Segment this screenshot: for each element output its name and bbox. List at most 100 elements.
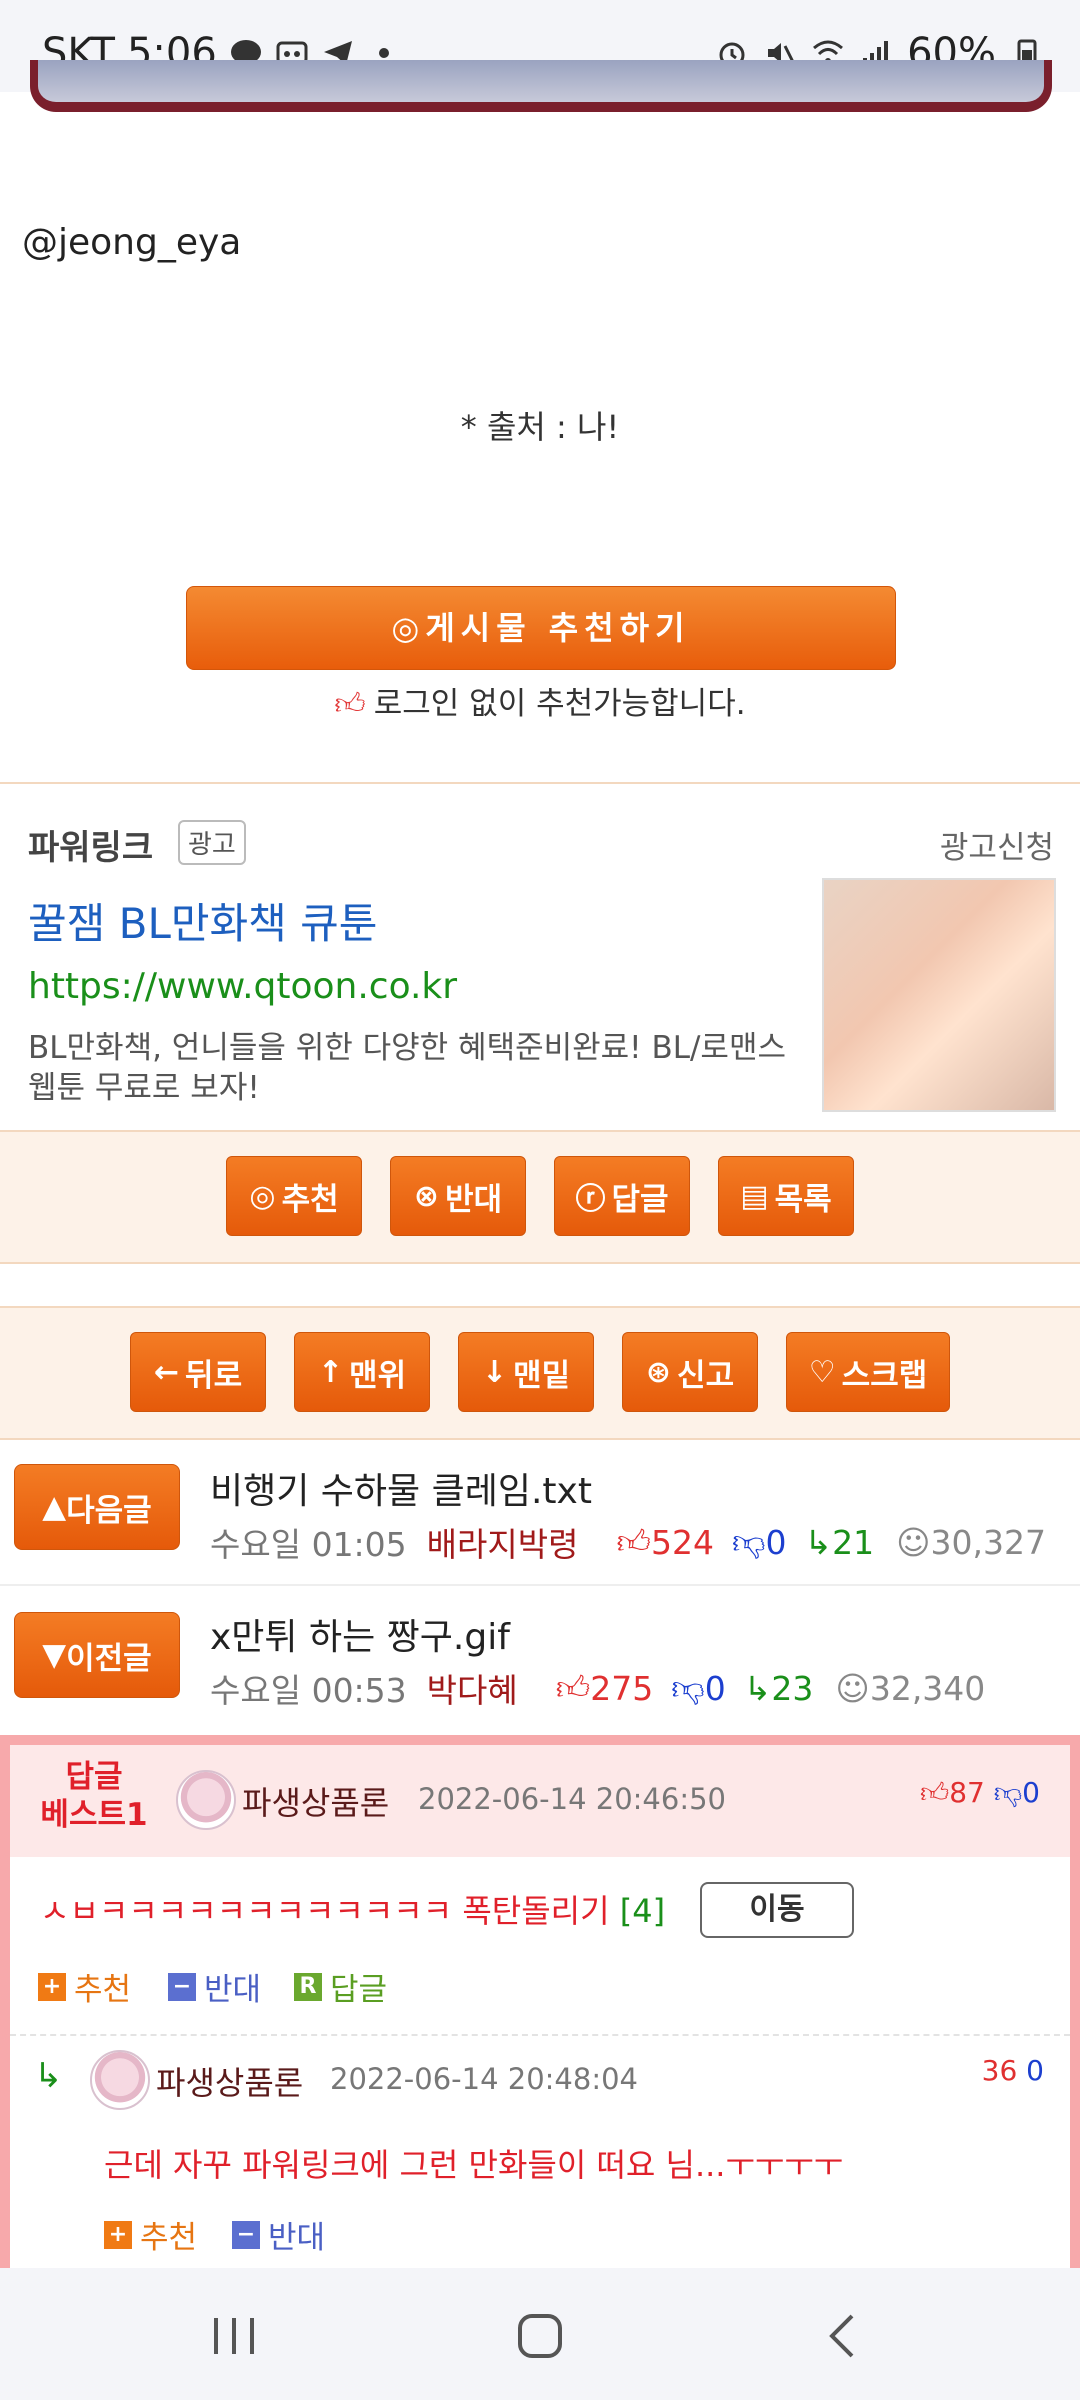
scrap-button-label: 스크랩 (841, 1357, 928, 1394)
recommend-note-text: 로그인 없이 추천가능합니다. (373, 686, 746, 722)
recent-apps-icon[interactable] (206, 2308, 262, 2364)
thumbs-up-icon: 👍︎ (616, 1522, 651, 1561)
report-icon: ⊛ (645, 1354, 672, 1390)
previous-post-time: 수요일 00:53 (210, 1671, 407, 1710)
best-reply-text: ㅅㅂㅋㅋㅋㅋㅋㅋㅋㅋㅋㅋㅋㅋ 폭탄돌리기 [4] (40, 1886, 665, 1932)
up-arrow-icon: ↑ (317, 1354, 344, 1390)
to-top-button-label: 맨위 (349, 1357, 407, 1394)
powerlink-title: 파워링크 (28, 828, 154, 868)
best-reply-reply-action[interactable]: R 답글 (294, 1964, 387, 2009)
best-reply-label: 답글 베스트1 (24, 1758, 164, 1834)
report-button[interactable]: ⊛ 신고 (622, 1332, 758, 1412)
recommend-note: 👍︎ 로그인 없이 추천가능합니다. (0, 678, 1080, 723)
best-reply-comment-count: [4] (619, 1892, 666, 1930)
best-reply-date: 2022-06-14 20:46:50 (418, 1782, 726, 1816)
back-button-label: 뒤로 (185, 1357, 243, 1394)
thumbs-up-icon: 👍︎ (334, 687, 366, 722)
plus-icon: + (104, 2220, 132, 2249)
previous-post-up-count: 275 (590, 1668, 654, 1708)
recommend-circle-icon: ◎ (391, 609, 426, 647)
next-post-time: 수요일 01:05 (210, 1525, 407, 1564)
ad-badge: 광고 (178, 820, 246, 865)
author-handle: @jeong_eya (22, 222, 242, 263)
previous-post-title-link[interactable]: x만튀 하는 짱구.gif (210, 1608, 510, 1660)
previous-post-reply-count: 23 (771, 1668, 814, 1708)
recommend-post-label: 게시물 추천하기 (425, 609, 691, 647)
ad-headline-link[interactable]: 꿀잼 BL만화책 큐툰 (28, 890, 377, 951)
oppose-button-label: 반대 (445, 1181, 503, 1218)
back-button[interactable]: ← 뒤로 (130, 1332, 266, 1412)
sub-reply-down-count: 0 (1026, 2054, 1044, 2087)
reply-button[interactable]: ⓡ 답글 (554, 1156, 690, 1236)
thumbs-up-icon: 👍︎ (919, 1776, 950, 1809)
best-reply-recommend-action[interactable]: + 추천 (38, 1964, 131, 2009)
next-post-title-link[interactable]: 비행기 수하물 클레임.txt (210, 1462, 592, 1514)
next-post-button-label: 다음글 (66, 1492, 152, 1529)
ad-description: BL만화책, 언니들을 위한 다양한 혜택준비완료! BL/로맨스 웹툰 무료로… (28, 1030, 786, 1106)
best-reply-oppose-action[interactable]: − 반대 (168, 1964, 261, 2009)
next-post-down-count: 0 (765, 1522, 787, 1562)
sub-reply-recommend-action[interactable]: + 추천 (104, 2212, 197, 2257)
ad-request-link[interactable]: 광고신청 (940, 822, 1054, 867)
system-navigation-bar (0, 2268, 1080, 2400)
list-button[interactable]: ▤ 목록 (718, 1156, 854, 1236)
reply-divider (10, 2034, 1070, 2036)
back-arrow-icon: ← (153, 1354, 180, 1390)
recommend-button[interactable]: ◎ 추천 (226, 1156, 362, 1236)
best-reply-reply-label: 답글 (330, 1972, 388, 2008)
heart-icon: ♡ (808, 1354, 836, 1390)
previous-post-author: 박다혜 (426, 1671, 518, 1710)
sub-reply-oppose-label: 반대 (268, 2220, 326, 2256)
thumbs-down-icon: 👎︎ (671, 1668, 705, 1707)
previous-post-down-count: 0 (704, 1668, 726, 1708)
back-icon[interactable] (816, 2308, 872, 2364)
ad-thumbnail-image[interactable] (822, 878, 1056, 1112)
views-icon: ☺ (835, 1668, 870, 1708)
thumbs-down-icon: 👎︎ (731, 1522, 766, 1561)
views-icon: ☺ (896, 1522, 931, 1562)
home-icon[interactable] (510, 2308, 570, 2364)
next-post-author: 배라지박령 (426, 1525, 579, 1564)
divider (0, 782, 1080, 784)
best-reply-content: ㅅㅂㅋㅋㅋㅋㅋㅋㅋㅋㅋㅋㅋㅋ 폭탄돌리기 (40, 1892, 610, 1930)
recommend-post-button[interactable]: ◎게시물 추천하기 (186, 586, 896, 670)
next-post-meta: 수요일 01:05 배라지박령 👍︎ 524 👎︎ 0 ↳ 21 ☺ 30,327 (210, 1518, 1046, 1566)
navigation-actions-band: ← 뒤로 ↑ 맨위 ↓ 맨밑 ⊛ 신고 ♡ 스크랩 (0, 1306, 1080, 1440)
to-top-button[interactable]: ↑ 맨위 (294, 1332, 430, 1412)
sub-reply-votes: 36 0 (982, 2054, 1044, 2087)
next-post-view-count: 30,327 (930, 1522, 1047, 1562)
reply-icon: ⓡ (575, 1182, 606, 1217)
source-note: * 출처 : 나! (460, 408, 620, 446)
to-bottom-button[interactable]: ↓ 맨밑 (458, 1332, 594, 1412)
next-post-button[interactable]: ▲ 다음글 (14, 1464, 180, 1550)
reply-button-label: 답글 (611, 1181, 669, 1218)
triangle-up-icon: ▲ (42, 1489, 67, 1525)
sub-reply-author[interactable]: 파생상품론 (156, 2058, 303, 2104)
minus-icon: − (232, 2220, 260, 2249)
sub-reply-recommend-label: 추천 (140, 2220, 198, 2256)
best-reply-up-count: 87 (949, 1776, 985, 1809)
plus-icon: + (38, 1972, 66, 2001)
best-reply-votes: 👍︎87 👎︎0 (920, 1776, 1040, 1810)
sub-reply-text: 근데 자꾸 파워링크에 그런 만화들이 떠요 님...ㅜㅜㅜㅜ (104, 2146, 844, 2184)
recommend-icon: ◎ (249, 1178, 276, 1214)
thumbs-down-icon: 👎︎ (993, 1776, 1023, 1809)
scrap-button[interactable]: ♡ 스크랩 (786, 1332, 950, 1412)
reply-arrow-icon: ↳ (804, 1522, 833, 1562)
move-button[interactable]: 이동 (700, 1882, 854, 1938)
best-reply-author[interactable]: 파생상품론 (242, 1778, 389, 1824)
previous-post-button[interactable]: ▼ 이전글 (14, 1612, 180, 1698)
oppose-icon: ⊗ (413, 1178, 440, 1214)
recommend-button-label: 추천 (281, 1181, 339, 1218)
to-bottom-button-label: 맨밑 (513, 1357, 571, 1394)
thumbs-up-icon: 👍︎ (555, 1668, 591, 1707)
report-button-label: 신고 (677, 1357, 735, 1394)
sub-reply-arrow-icon: ↳ (34, 2056, 63, 2096)
list-button-label: 목록 (774, 1181, 832, 1218)
sub-reply-date: 2022-06-14 20:48:04 (330, 2062, 638, 2096)
sub-reply-oppose-action[interactable]: − 반대 (232, 2212, 325, 2257)
reply-arrow-icon: ↳ (743, 1668, 772, 1708)
ad-url-link[interactable]: https://www.qtoon.co.kr (28, 966, 457, 1007)
minus-icon: − (168, 1972, 196, 2001)
oppose-button[interactable]: ⊗ 반대 (390, 1156, 526, 1236)
